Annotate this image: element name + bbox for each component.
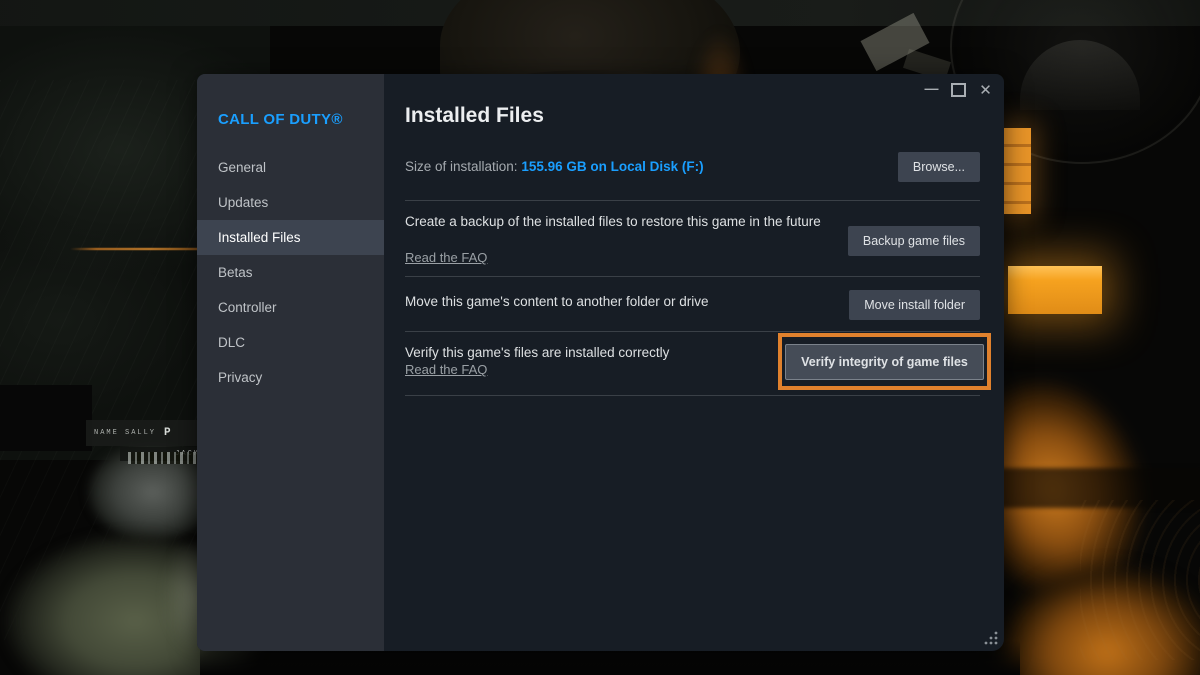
sidebar-item-label: Updates bbox=[218, 195, 268, 210]
backup-description: Create a backup of the installed files t… bbox=[405, 213, 821, 231]
size-of-installation: Size of installation: 155.96 GB on Local… bbox=[405, 159, 704, 174]
divider bbox=[405, 331, 980, 332]
minimize-button[interactable]: — bbox=[923, 81, 940, 98]
glitch-text: NAME SALLY bbox=[94, 429, 156, 437]
sidebar-item-updates[interactable]: Updates bbox=[197, 185, 384, 220]
sidebar-item-general[interactable]: General bbox=[197, 150, 384, 185]
game-title: CALL OF DUTY® bbox=[218, 111, 343, 128]
sidebar-item-dlc[interactable]: DLC bbox=[197, 325, 384, 360]
verify-highlight-box: Verify integrity of game files bbox=[778, 333, 991, 390]
background-arc-lines bbox=[1080, 500, 1200, 660]
minimize-icon: — bbox=[925, 80, 939, 96]
verify-faq-link[interactable]: Read the FAQ bbox=[405, 362, 487, 377]
background-orange-glow-bar bbox=[1008, 266, 1102, 314]
verify-integrity-button[interactable]: Verify integrity of game files bbox=[785, 344, 984, 380]
background-glitch-label: NAME SALLY P bbox=[86, 420, 206, 446]
sidebar-item-label: General bbox=[218, 160, 266, 175]
browse-button[interactable]: Browse... bbox=[898, 152, 980, 182]
settings-sidebar: CALL OF DUTY® General Updates Installed … bbox=[197, 74, 384, 651]
size-value: 155.96 GB on Local Disk (F:) bbox=[521, 159, 703, 174]
sidebar-item-label: Privacy bbox=[218, 370, 262, 385]
settings-content: — ✕ Installed Files Size of installation… bbox=[384, 74, 1004, 651]
maximize-button[interactable] bbox=[950, 81, 967, 98]
background-orange-line bbox=[70, 248, 202, 250]
backup-game-files-button[interactable]: Backup game files bbox=[848, 226, 980, 256]
page-title: Installed Files bbox=[405, 104, 544, 128]
sidebar-nav: General Updates Installed Files Betas Co… bbox=[197, 150, 384, 395]
move-description: Move this game's content to another fold… bbox=[405, 293, 709, 311]
sidebar-item-betas[interactable]: Betas bbox=[197, 255, 384, 290]
divider bbox=[405, 276, 980, 277]
screenshot-stage: NAME SALLY P JACK CALL OF DUTY® General … bbox=[0, 0, 1200, 675]
sidebar-item-privacy[interactable]: Privacy bbox=[197, 360, 384, 395]
move-install-folder-button[interactable]: Move install folder bbox=[849, 290, 980, 320]
verify-description: Verify this game's files are installed c… bbox=[405, 344, 669, 362]
size-label: Size of installation: bbox=[405, 159, 521, 174]
sidebar-item-installed-files[interactable]: Installed Files bbox=[197, 220, 384, 255]
backup-faq-link[interactable]: Read the FAQ bbox=[405, 250, 487, 265]
game-properties-dialog: CALL OF DUTY® General Updates Installed … bbox=[197, 74, 1004, 651]
background-orange-vertical-bar bbox=[1003, 128, 1031, 214]
glitch-text-p: P bbox=[164, 427, 171, 439]
sidebar-item-label: Installed Files bbox=[218, 230, 301, 245]
divider bbox=[405, 395, 980, 396]
background-glitch-digits bbox=[128, 452, 198, 464]
sidebar-item-controller[interactable]: Controller bbox=[197, 290, 384, 325]
divider bbox=[405, 200, 980, 201]
close-button[interactable]: ✕ bbox=[977, 81, 994, 98]
resize-grip[interactable] bbox=[983, 630, 999, 646]
sidebar-item-label: Betas bbox=[218, 265, 253, 280]
maximize-icon bbox=[951, 83, 966, 97]
sidebar-item-label: Controller bbox=[218, 300, 277, 315]
window-controls: — ✕ bbox=[923, 81, 994, 98]
sidebar-item-label: DLC bbox=[218, 335, 245, 350]
background-black-redaction-box bbox=[0, 385, 92, 451]
close-icon: ✕ bbox=[979, 81, 992, 99]
